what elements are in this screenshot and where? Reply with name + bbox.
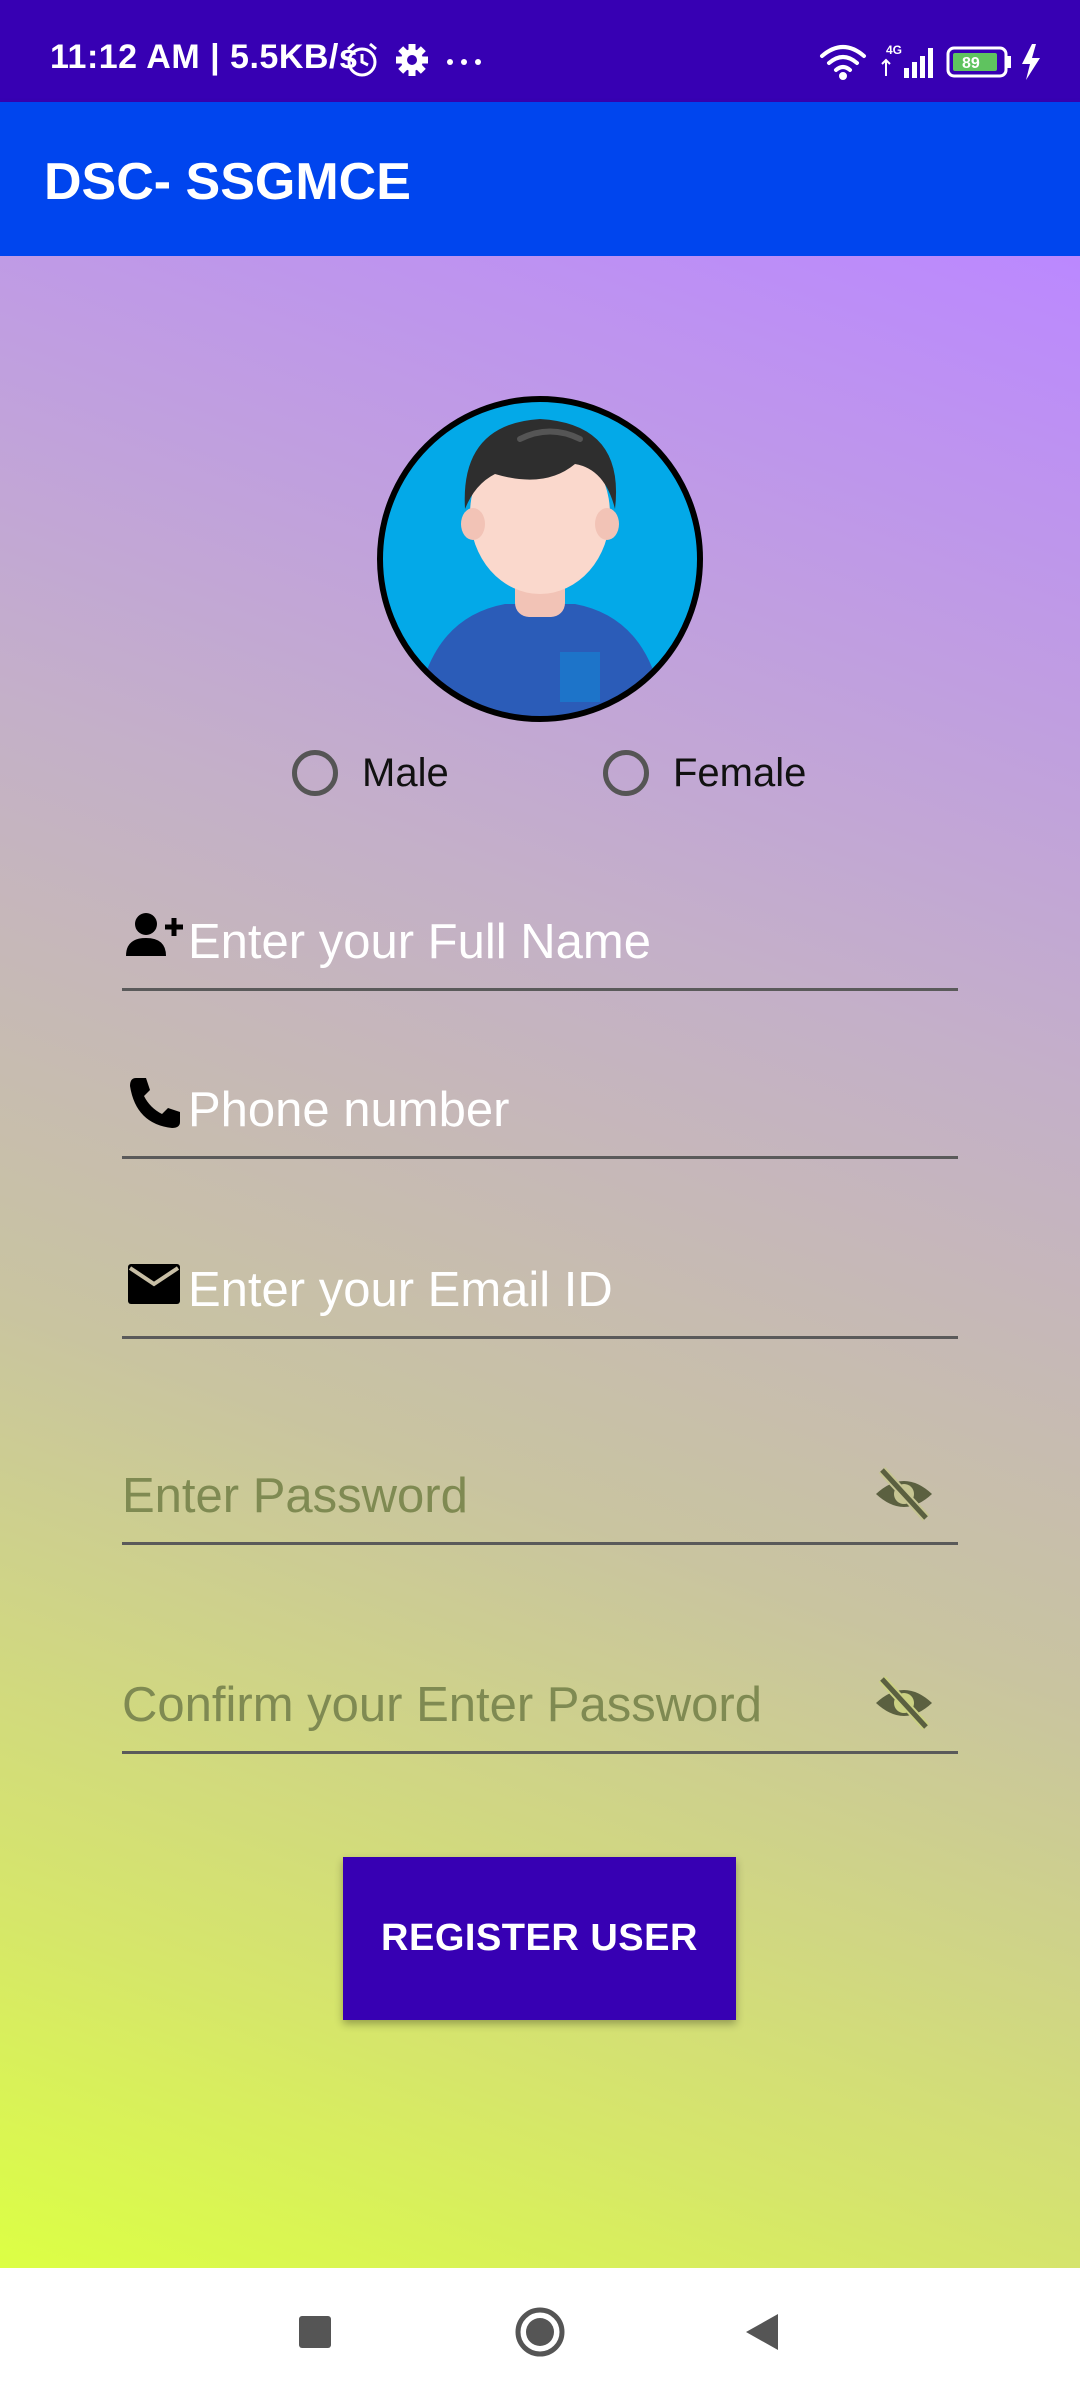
navigation-bar [0, 2268, 1080, 2390]
status-bar: 11:12 AM | 5.5KB/s 4G 89 [0, 0, 1080, 102]
svg-text:4G: 4G [886, 43, 902, 57]
profile-avatar[interactable] [375, 394, 705, 724]
radio-male[interactable]: Male [292, 738, 449, 808]
app-title: DSC- SSGMCE [44, 153, 411, 211]
wifi-icon [820, 45, 866, 80]
home-circle-icon[interactable] [512, 2304, 568, 2360]
confirm-password-input[interactable]: Confirm your Enter Password [122, 1677, 762, 1733]
alarm-icon [347, 42, 377, 77]
phone-icon [130, 1078, 180, 1128]
full-name-input[interactable]: Enter your Full Name [188, 914, 651, 970]
email-field[interactable]: Enter your Email ID [122, 1226, 958, 1339]
email-icon [128, 1264, 180, 1304]
settings-icon [396, 44, 428, 76]
charging-icon [1022, 44, 1040, 80]
recents-square-icon[interactable] [287, 2304, 343, 2360]
radio-female[interactable]: Female [603, 738, 806, 808]
radio-male-circle[interactable] [292, 750, 338, 796]
radio-female-circle[interactable] [603, 750, 649, 796]
password-input[interactable]: Enter Password [122, 1468, 468, 1524]
visibility-off-icon[interactable] [872, 1462, 936, 1526]
person-add-icon [126, 913, 183, 956]
radio-female-label: Female [673, 750, 807, 795]
email-input[interactable]: Enter your Email ID [188, 1262, 613, 1318]
confirm-password-field[interactable]: Confirm your Enter Password [122, 1641, 958, 1754]
password-field[interactable]: Enter Password [122, 1432, 958, 1545]
phone-input[interactable]: Phone number [188, 1082, 509, 1138]
status-time: 11:12 AM | 5.5KB/s [50, 38, 359, 76]
app-bar: DSC- SSGMCE [0, 102, 1080, 256]
full-name-field[interactable]: Enter your Full Name [122, 878, 958, 991]
back-triangle-icon[interactable] [736, 2304, 792, 2360]
status-right-icons: 4G 89 [820, 43, 1040, 80]
more-dots-icon [447, 59, 481, 65]
gender-radio-group: Male Female [0, 738, 1080, 808]
signal-4g-icon: 4G [881, 43, 933, 78]
status-left-icons [347, 42, 481, 77]
register-user-button[interactable]: REGISTER USER [343, 1857, 736, 2020]
visibility-off-icon[interactable] [872, 1671, 936, 1735]
radio-male-label: Male [362, 750, 449, 795]
svg-text:89: 89 [962, 55, 980, 72]
phone-field[interactable]: Phone number [122, 1046, 958, 1159]
registration-form: Male Female Enter your Full Name Phone n… [0, 256, 1080, 2268]
battery-icon: 89 [946, 46, 1011, 78]
